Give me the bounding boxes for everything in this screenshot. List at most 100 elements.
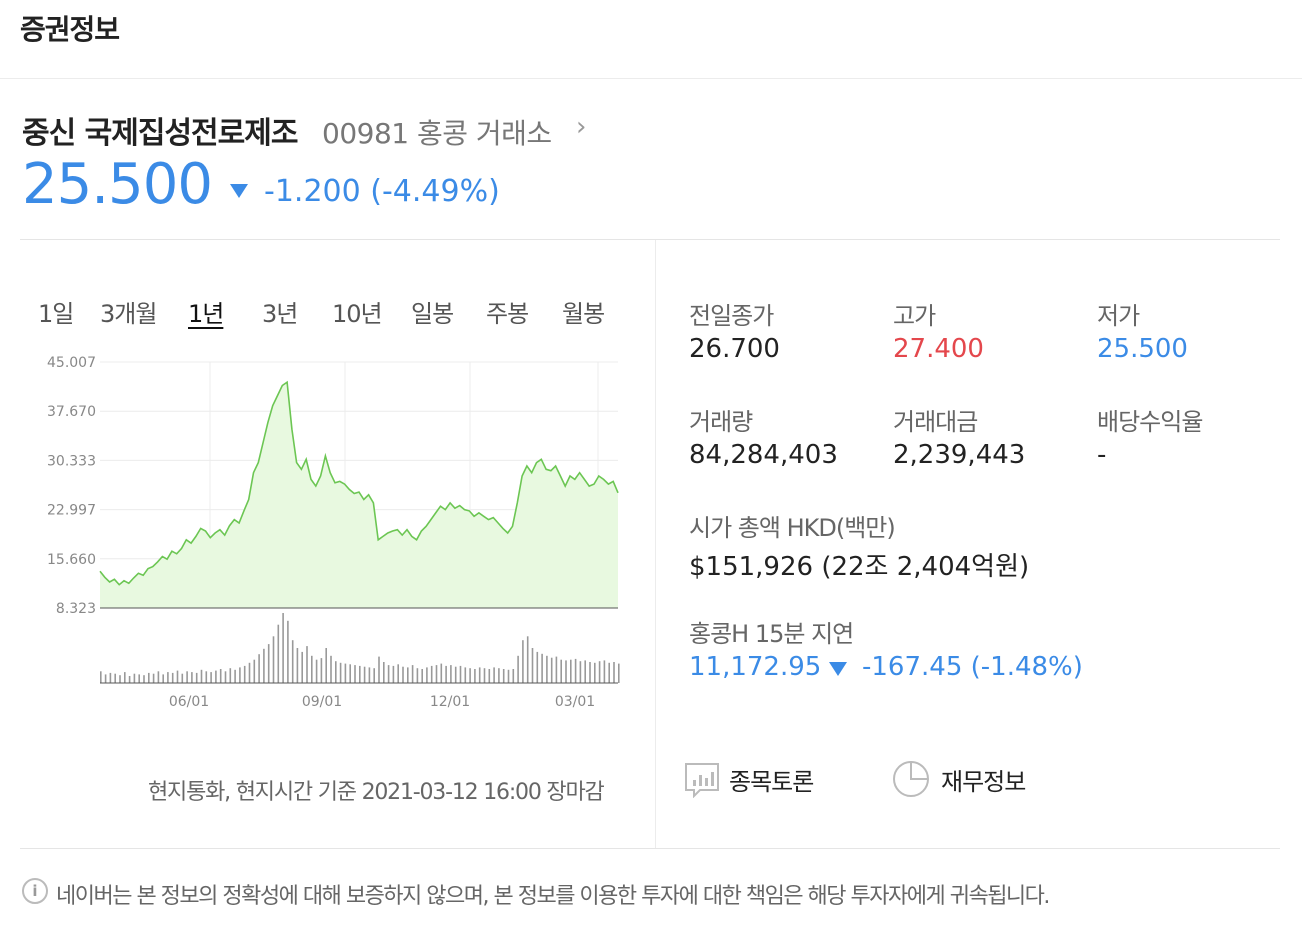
volume-bar bbox=[296, 648, 299, 683]
volume-bar bbox=[526, 636, 529, 683]
volume-bar bbox=[176, 670, 179, 683]
index-value: 11,172.95 bbox=[689, 652, 822, 682]
volume-bar bbox=[488, 669, 491, 683]
volume-bar bbox=[483, 668, 486, 683]
volume-bar bbox=[100, 671, 102, 683]
header-divider bbox=[0, 78, 1302, 79]
volume-bar bbox=[315, 659, 318, 683]
volume-bar bbox=[454, 666, 457, 683]
stat-low-label: 저가 bbox=[1097, 302, 1140, 330]
stock-code-exchange[interactable]: 00981 홍콩 거래소 bbox=[322, 112, 552, 152]
volume-bar bbox=[594, 662, 596, 683]
market-cap-label: 시가 총액 HKD(백만) bbox=[689, 514, 896, 542]
stock-name: 중신 국제집성전로제조 bbox=[22, 116, 298, 151]
stat-prev-close-label: 전일종가 bbox=[689, 302, 774, 330]
volume-bar bbox=[397, 664, 399, 683]
volume-bar bbox=[478, 667, 481, 683]
x-tick-label: 03/01 bbox=[555, 694, 595, 710]
tab-period-daily[interactable]: 일봉 bbox=[411, 294, 454, 329]
stat-dividend-label: 배당수익율 bbox=[1097, 408, 1203, 436]
volume-bar bbox=[138, 674, 140, 683]
x-tick-label: 09/01 bbox=[302, 694, 342, 710]
volume-bar bbox=[148, 672, 150, 683]
volume-bar bbox=[128, 676, 131, 683]
volume-bar bbox=[507, 669, 510, 683]
volume-bar bbox=[291, 640, 294, 683]
volume-bar bbox=[124, 672, 126, 683]
volume-bar bbox=[152, 673, 155, 683]
financials-link[interactable]: 재무정보 bbox=[941, 762, 1026, 797]
volume-bar bbox=[359, 665, 361, 683]
volume-bar bbox=[311, 655, 313, 683]
volume-bar bbox=[378, 656, 380, 683]
stat-dividend-value: - bbox=[1097, 440, 1107, 470]
volume-bar bbox=[421, 669, 423, 683]
volume-bar bbox=[550, 657, 553, 683]
footer-divider bbox=[20, 848, 1280, 849]
volume-bar bbox=[143, 675, 145, 683]
volume-bar bbox=[239, 667, 241, 683]
volume-bar bbox=[373, 668, 375, 683]
volume-bar bbox=[402, 666, 404, 683]
stat-volume-label: 거래량 bbox=[689, 408, 753, 436]
y-tick-label: 15.660 bbox=[47, 552, 96, 568]
volume-bar bbox=[248, 662, 251, 683]
chevron-right-icon[interactable]: › bbox=[576, 112, 586, 142]
tab-period-1y[interactable]: 1년 bbox=[188, 294, 224, 329]
volume-bar bbox=[555, 656, 558, 683]
volume-bar bbox=[584, 660, 586, 683]
volume-bar bbox=[522, 640, 524, 683]
volume-bar bbox=[162, 674, 164, 683]
index-label: 홍콩H 15분 지연 bbox=[689, 620, 854, 648]
tab-period-10y[interactable]: 10년 bbox=[332, 294, 383, 329]
stock-price: 25.500 bbox=[22, 152, 213, 217]
volume-bar bbox=[598, 661, 601, 683]
volume-bar bbox=[109, 672, 112, 683]
volume-bar bbox=[512, 669, 515, 683]
tab-period-weekly[interactable]: 주봉 bbox=[486, 294, 529, 329]
disclaimer-text: 네이버는 본 정보의 정확성에 대해 보증하지 않으며, 본 정보를 이용한 투… bbox=[56, 884, 1050, 909]
volume-bar bbox=[589, 662, 591, 683]
volume-bar bbox=[502, 669, 505, 683]
volume-bar bbox=[191, 672, 193, 683]
volume-bar bbox=[335, 661, 337, 683]
down-triangle-icon bbox=[230, 184, 248, 198]
volume-bar bbox=[354, 665, 356, 683]
discussion-link[interactable]: 종목토론 bbox=[729, 762, 814, 797]
volume-bar bbox=[320, 658, 323, 683]
market-cap-value: $151,926 (22조 2,404억원) bbox=[689, 552, 1030, 582]
volume-bar bbox=[272, 636, 275, 683]
volume-bar bbox=[282, 613, 284, 683]
volume-bar bbox=[114, 673, 116, 683]
price-chart: 45.007 37.670 30.333 22.997 15.660 8.323 06/01… bbox=[47, 355, 620, 710]
volume-bar bbox=[474, 669, 476, 683]
volume-bar bbox=[181, 673, 184, 683]
stat-high-value: 27.400 bbox=[893, 334, 984, 364]
volume-bar bbox=[200, 669, 203, 683]
tab-period-monthly[interactable]: 월봉 bbox=[562, 294, 605, 329]
volume-bar bbox=[167, 672, 169, 683]
volume-bar bbox=[363, 666, 366, 683]
volume-bar bbox=[459, 665, 462, 683]
index-change: -167.45 (-1.48%) bbox=[862, 652, 1083, 682]
pie-chart-icon[interactable] bbox=[892, 760, 932, 800]
info-icon: i bbox=[22, 878, 48, 904]
stat-prev-close-value: 26.700 bbox=[689, 334, 780, 364]
volume-bar bbox=[349, 664, 351, 683]
volume-bar bbox=[267, 644, 270, 683]
tab-period-3m[interactable]: 3개월 bbox=[100, 294, 157, 329]
volume-bar bbox=[205, 671, 208, 683]
volume-bar bbox=[234, 669, 236, 683]
tab-period-3y[interactable]: 3년 bbox=[262, 294, 298, 329]
volume-bar bbox=[243, 665, 246, 683]
volume-bar bbox=[171, 672, 174, 683]
volume-bar bbox=[306, 646, 308, 683]
volume-bar bbox=[536, 651, 539, 683]
volume-bar bbox=[426, 667, 428, 683]
tab-period-1d[interactable]: 1일 bbox=[38, 294, 74, 329]
volume-bar bbox=[613, 662, 615, 683]
discussion-chart-icon[interactable] bbox=[684, 762, 722, 798]
stat-high-label: 고가 bbox=[893, 302, 936, 330]
y-tick-label: 30.333 bbox=[47, 453, 96, 469]
volume-bar bbox=[392, 665, 395, 683]
